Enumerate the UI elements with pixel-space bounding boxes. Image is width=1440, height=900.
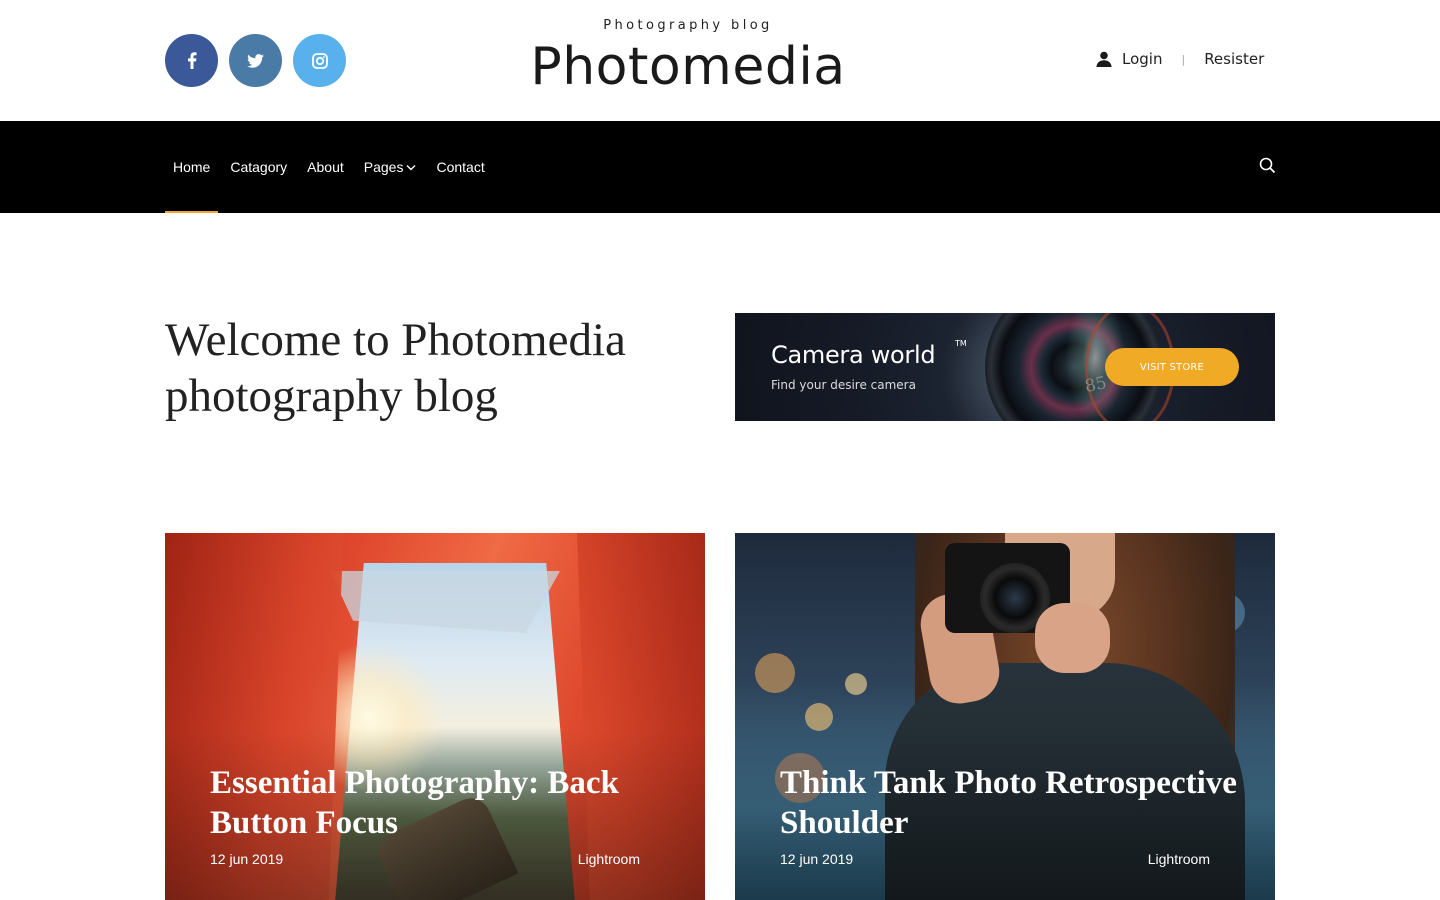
site-tagline: Photography blog [603, 18, 773, 33]
banner-trademark: TM [955, 339, 967, 348]
post-card[interactable]: Essential Photography: Back Button Focus… [165, 533, 705, 900]
search-icon [1259, 157, 1276, 174]
nav-item-pages[interactable]: Pages [356, 121, 425, 213]
visit-store-button[interactable]: VISIT STORE [1105, 348, 1239, 386]
nav-item-about[interactable]: About [299, 121, 352, 213]
bokeh-light [755, 653, 795, 693]
nav-label: About [307, 159, 344, 175]
register-link[interactable]: Resister [1204, 50, 1264, 68]
nav-label: Catagory [230, 159, 288, 175]
bokeh-light [845, 673, 867, 695]
user-icon [1096, 51, 1112, 67]
post-category[interactable]: Lightroom [578, 851, 640, 867]
post-title[interactable]: Essential Photography: Back Button Focus [210, 763, 670, 843]
auth-separator: | [1181, 52, 1186, 66]
bokeh-light [805, 703, 833, 731]
nav-item-catagory[interactable]: Catagory [222, 121, 295, 213]
nav-item-home[interactable]: Home [165, 121, 219, 213]
nav-label: Home [173, 159, 211, 175]
nav-item-contact[interactable]: Contact [428, 121, 492, 213]
banner-subtitle: Find your desire camera [771, 378, 916, 392]
camera-world-banner[interactable]: Camera world TM Find your desire camera … [735, 313, 1275, 421]
chevron-down-icon [406, 164, 416, 170]
photographer-hand [1035, 603, 1110, 673]
post-date: 12 jun 2019 [780, 851, 854, 867]
nav-label: Contact [436, 159, 485, 175]
search-button[interactable] [1259, 157, 1276, 179]
login-link[interactable]: Login [1096, 50, 1162, 68]
post-card[interactable]: Think Tank Photo Retrospective Shoulder … [735, 533, 1275, 900]
welcome-heading: Welcome to Photomedia photography blog [165, 314, 626, 422]
nav-label: Pages [363, 159, 404, 175]
site-header: Photography blog Photomedia Login | Resi… [0, 0, 1440, 121]
post-category[interactable]: Lightroom [1148, 851, 1210, 867]
login-label: Login [1122, 50, 1163, 68]
main-nav: Home Catagory About Pages Contact [0, 121, 1440, 213]
auth-links: Login | Resister [1096, 50, 1264, 68]
banner-title: Camera world [771, 341, 936, 369]
nav-menu: Home Catagory About Pages Contact [165, 121, 497, 213]
post-title[interactable]: Think Tank Photo Retrospective Shoulder [780, 763, 1240, 843]
post-date: 12 jun 2019 [210, 851, 284, 867]
